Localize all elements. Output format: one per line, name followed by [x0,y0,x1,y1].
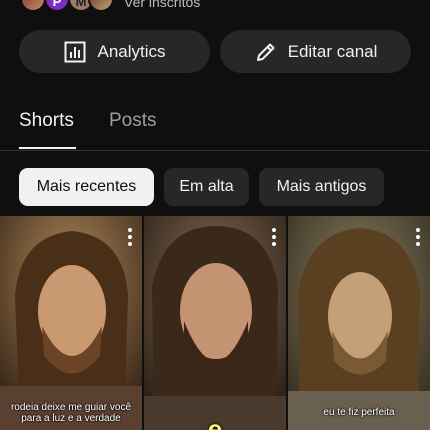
channel-tabs: Shorts Posts [0,100,430,151]
video-thumbnail-image [288,216,430,430]
tab-shorts[interactable]: Shorts [19,110,74,132]
short-thumbnail[interactable]: e [144,216,286,430]
more-options-icon[interactable] [416,228,420,249]
video-thumbnail-image [0,216,142,430]
filter-chip-trending[interactable]: Em alta [164,168,249,206]
video-thumbnail-image [144,216,286,430]
more-options-icon[interactable] [272,228,276,249]
short-caption: e [207,414,223,430]
short-thumbnail[interactable]: eu te fiz perfeita [288,216,430,430]
more-options-icon[interactable] [128,228,132,249]
subscribers-row[interactable]: P M Ver inscritos [0,0,430,14]
edit-channel-label: Editar canal [287,41,378,61]
subscriber-avatar [88,0,114,12]
pencil-icon [256,43,275,61]
view-subscribers-link[interactable]: Ver inscritos [124,0,200,10]
active-tab-indicator [19,147,76,149]
analytics-label: Analytics [97,41,166,61]
analytics-button[interactable]: Analytics [19,30,210,73]
tab-posts[interactable]: Posts [109,110,157,132]
subscriber-avatar: P [44,0,70,12]
short-caption: eu te fiz perfeita [323,407,395,418]
filter-chip-recent[interactable]: Mais recentes [19,168,154,206]
short-caption: rodeia deixe me guiar você para a luz e … [10,402,132,424]
bar-chart-icon [64,41,86,62]
edit-channel-button[interactable]: Editar canal [220,30,411,73]
short-thumbnail[interactable]: rodeia deixe me guiar você para a luz e … [0,216,142,430]
subscriber-avatar [20,0,46,12]
filter-chip-oldest[interactable]: Mais antigos [259,168,384,206]
